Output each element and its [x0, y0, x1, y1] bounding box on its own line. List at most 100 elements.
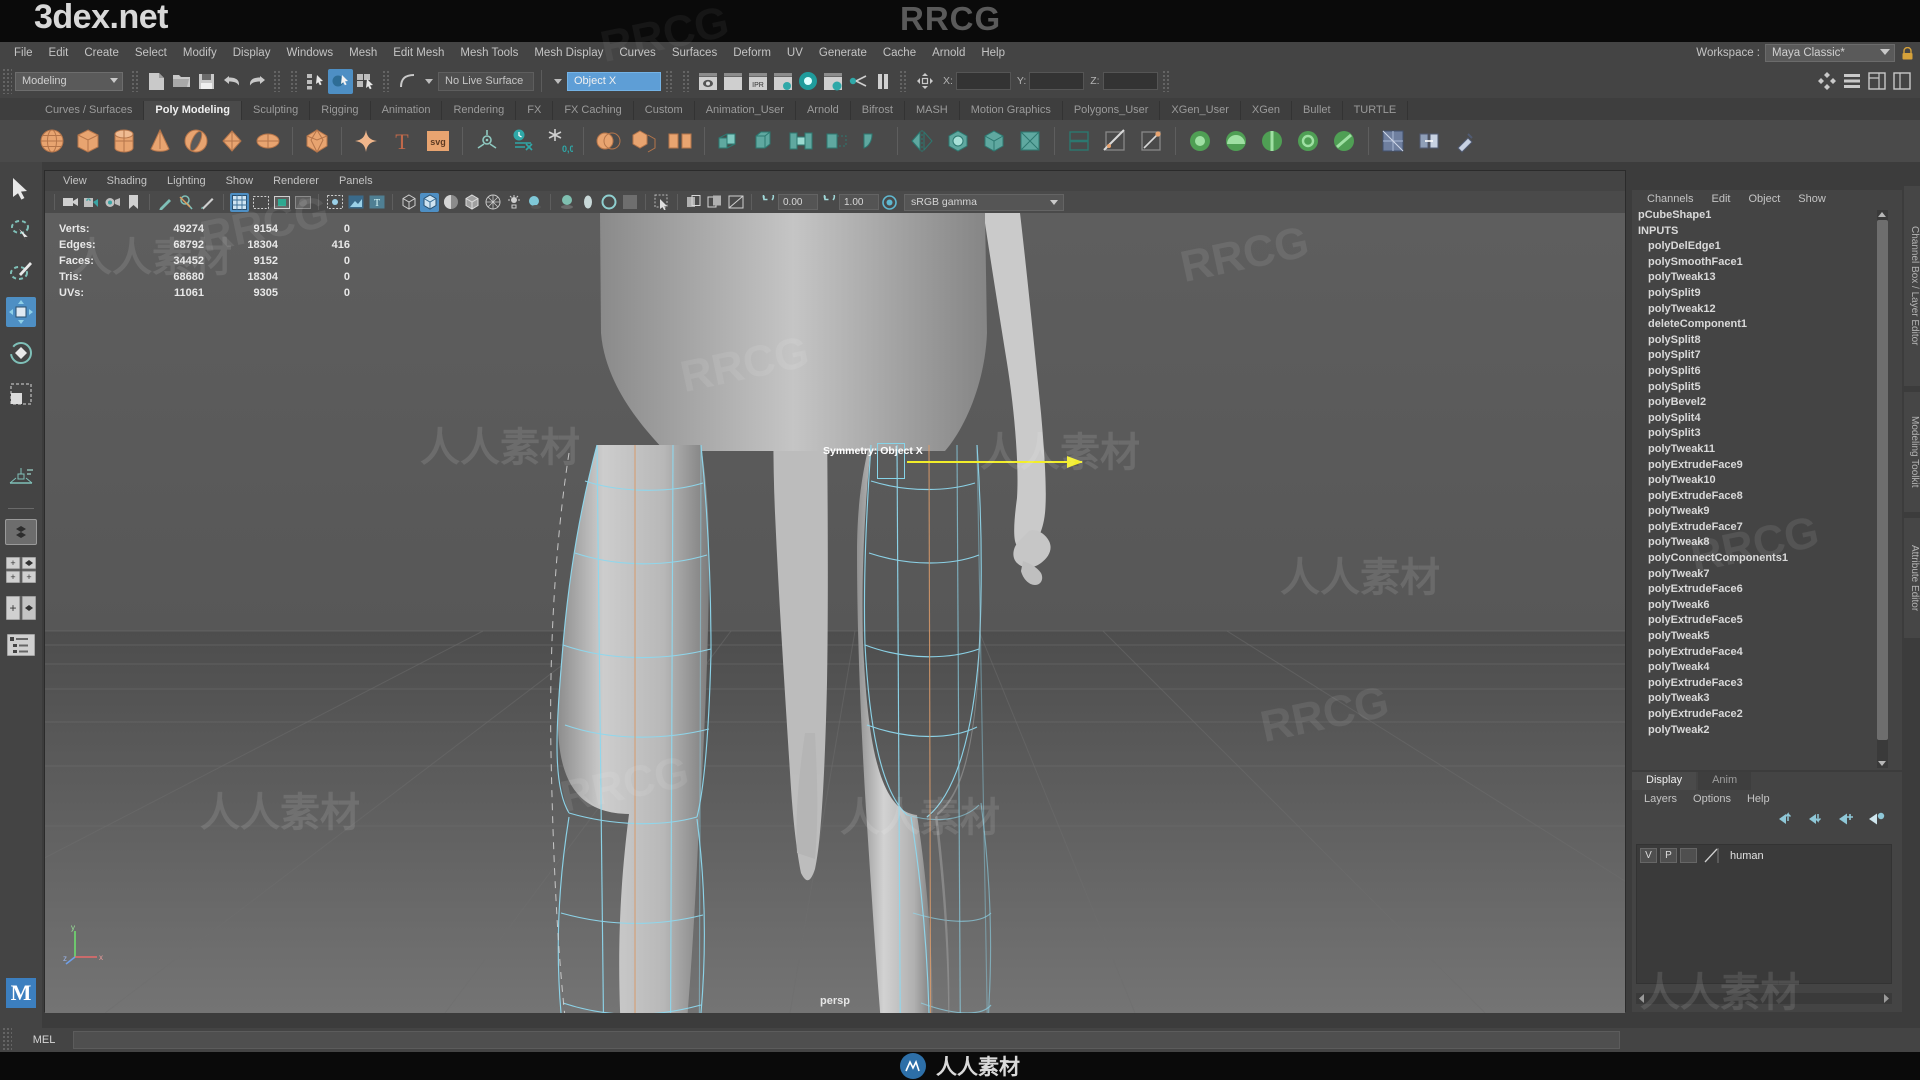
- channel-box-input-node[interactable]: deleteComponent1: [1636, 317, 1884, 333]
- channel-box-input-node[interactable]: polyTweak5: [1636, 629, 1884, 645]
- gamma-reset-icon[interactable]: [819, 193, 838, 212]
- exposure-reset-icon[interactable]: [758, 193, 777, 212]
- layer-editor-tab-anim[interactable]: Anim: [1698, 772, 1752, 790]
- transfer-attributes-icon[interactable]: [1412, 124, 1446, 158]
- viewport-menu-show[interactable]: Show: [216, 173, 264, 189]
- shelf-tab-animation[interactable]: Animation: [370, 101, 443, 120]
- platonic-solid-icon[interactable]: [300, 124, 334, 158]
- paint-select-tool-icon[interactable]: [6, 256, 36, 286]
- shelf-tab-arnold[interactable]: Arnold: [795, 101, 851, 120]
- viewport-menu-shading[interactable]: Shading: [97, 173, 157, 189]
- last-tool-icon[interactable]: [6, 420, 36, 450]
- separate-icon[interactable]: [663, 124, 697, 158]
- center-pivot-icon[interactable]: [470, 124, 504, 158]
- layer-name[interactable]: human: [1730, 850, 1764, 862]
- sculpt-tool-e-icon[interactable]: [1327, 124, 1361, 158]
- channel-box-input-node[interactable]: polyExtrudeFace2: [1636, 707, 1884, 723]
- shelf-tab-turtle[interactable]: TURTLE: [1342, 101, 1409, 120]
- grid-toggle-icon[interactable]: [230, 192, 249, 212]
- shelf-tab-motion-graphics[interactable]: Motion Graphics: [959, 101, 1063, 120]
- viewport-menu-lighting[interactable]: Lighting: [157, 173, 216, 189]
- menu-mesh[interactable]: Mesh: [341, 45, 385, 61]
- shelf-tab-fx-caching[interactable]: FX Caching: [553, 101, 634, 120]
- show-hide-attribute-editor-button[interactable]: [1839, 69, 1864, 94]
- hypershade-button[interactable]: [795, 69, 820, 94]
- lock-camera-icon[interactable]: [82, 193, 101, 212]
- coord-z-input[interactable]: [1102, 72, 1158, 90]
- isolate-select-icon[interactable]: [652, 193, 671, 212]
- multisample-aa-icon[interactable]: [599, 193, 618, 212]
- channel-box-input-node[interactable]: polyTweak6: [1636, 598, 1884, 614]
- layer-visibility-toggle[interactable]: V: [1640, 848, 1657, 863]
- textured-display-icon[interactable]: [483, 193, 502, 212]
- channel-box-input-node[interactable]: polyConnectComponents1: [1636, 551, 1884, 567]
- menu-file[interactable]: File: [6, 45, 41, 61]
- new-layer-icon[interactable]: [1838, 811, 1856, 825]
- sculpt-tool-d-icon[interactable]: [1291, 124, 1325, 158]
- toggle-ipr-region-button[interactable]: [845, 69, 870, 94]
- text-icon[interactable]: T: [385, 124, 419, 158]
- show-hide-modeling-toolkit-button[interactable]: [1814, 69, 1839, 94]
- xray-active-components-icon[interactable]: [705, 193, 724, 212]
- selection-name-field[interactable]: Object X: [567, 71, 661, 91]
- render-settings-button[interactable]: [770, 69, 795, 94]
- sculpt-tool-a-icon[interactable]: [1183, 124, 1217, 158]
- select-by-component-type-button[interactable]: [353, 69, 378, 94]
- shelf-tab-poly-modeling[interactable]: Poly Modeling: [144, 101, 242, 120]
- lock-icon[interactable]: [1900, 45, 1914, 61]
- undo-button[interactable]: [219, 69, 244, 94]
- channel-box-scroll-thumb[interactable]: [1877, 220, 1888, 740]
- film-gate-icon[interactable]: [251, 193, 270, 212]
- scale-tool-icon[interactable]: [6, 379, 36, 409]
- layout-single-perspective-icon[interactable]: [5, 519, 37, 545]
- layer-editor-menu-options[interactable]: Options: [1685, 793, 1739, 805]
- menu-modify[interactable]: Modify: [175, 45, 225, 61]
- shelf-tab-bullet[interactable]: Bullet: [1292, 101, 1343, 120]
- show-hide-tool-settings-button[interactable]: [1889, 69, 1914, 94]
- layer-list[interactable]: V Phuman: [1636, 844, 1892, 984]
- shelf-tab-custom[interactable]: Custom: [633, 101, 695, 120]
- ipr-render-button[interactable]: IPR: [745, 69, 770, 94]
- snap-to-curve-button[interactable]: [395, 69, 420, 94]
- poly-cube-icon[interactable]: [71, 124, 105, 158]
- dock-tab-modeling-toolkit[interactable]: Modeling Toolkit: [1904, 392, 1920, 512]
- select-camera-icon[interactable]: [61, 193, 80, 212]
- xray-display-icon[interactable]: [325, 193, 344, 212]
- layer-list-horizontal-scrollbar[interactable]: [1636, 993, 1892, 1004]
- shelf-tab-fx[interactable]: FX: [516, 101, 554, 120]
- channel-box-menu-edit[interactable]: Edit: [1702, 193, 1739, 205]
- channel-box-input-node[interactable]: polyDelEdge1: [1636, 239, 1884, 255]
- boolean-union-icon[interactable]: [591, 124, 625, 158]
- poly-cone-icon[interactable]: [143, 124, 177, 158]
- color-management-toggle-icon[interactable]: [880, 193, 899, 212]
- live-surface-field[interactable]: No Live Surface: [438, 71, 534, 91]
- sculpt-tool-b-icon[interactable]: [1219, 124, 1253, 158]
- gate-mask-icon[interactable]: [293, 193, 312, 212]
- smooth-icon[interactable]: [941, 124, 975, 158]
- pause-render-button[interactable]: [870, 69, 895, 94]
- viewport-menu-panels[interactable]: Panels: [329, 173, 383, 189]
- layer-shade-toggle[interactable]: [1680, 848, 1697, 863]
- channel-box-input-node[interactable]: polySmoothFace1: [1636, 255, 1884, 271]
- channel-box-input-node[interactable]: polyTweak4: [1636, 660, 1884, 676]
- move-tool-icon[interactable]: [6, 297, 36, 327]
- snap-time-icon[interactable]: [506, 124, 540, 158]
- open-attribute-panel-button[interactable]: [912, 69, 937, 94]
- shelf-tab-sculpting[interactable]: Sculpting: [241, 101, 311, 120]
- layer-editor-menu-layers[interactable]: Layers: [1636, 793, 1685, 805]
- poly-disc-icon[interactable]: [251, 124, 285, 158]
- poly-cylinder-icon[interactable]: [107, 124, 141, 158]
- poly-plane-icon[interactable]: [215, 124, 249, 158]
- ao-screen-space-icon[interactable]: [557, 193, 576, 212]
- layer-playback-toggle[interactable]: P: [1660, 848, 1677, 863]
- move-layer-up-icon[interactable]: [1778, 811, 1796, 825]
- shelf-tab-mash[interactable]: MASH: [904, 101, 960, 120]
- new-scene-button[interactable]: [144, 69, 169, 94]
- channel-box-input-node[interactable]: polyExtrudeFace4: [1636, 645, 1884, 661]
- channel-box-input-node[interactable]: polyTweak11: [1636, 442, 1884, 458]
- render-current-frame-button[interactable]: [695, 69, 720, 94]
- camera-attributes-icon[interactable]: [103, 193, 122, 212]
- pencil-icon[interactable]: [198, 193, 217, 212]
- shelf-tab-xgen[interactable]: XGen: [1240, 101, 1293, 120]
- select-by-hierarchy-button[interactable]: [303, 69, 328, 94]
